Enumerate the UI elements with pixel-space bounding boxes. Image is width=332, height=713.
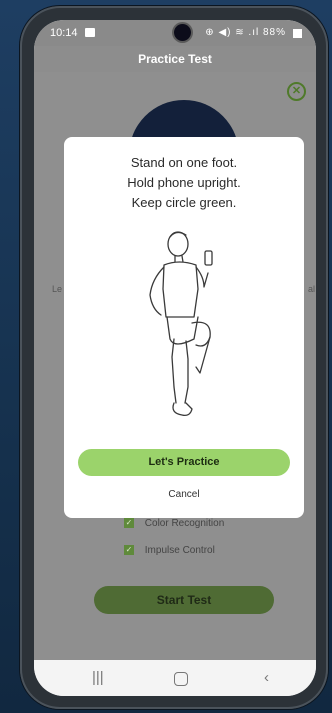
status-bar: 10:14 ⊕ ◀) ≋ .ıl 88%: [34, 20, 316, 46]
app-header: Practice Test: [34, 46, 316, 72]
cancel-button[interactable]: Cancel: [64, 489, 304, 500]
back-icon[interactable]: ‹: [264, 669, 269, 686]
instruction-text: Stand on one foot. Hold phone upright. K…: [64, 153, 304, 213]
lets-practice-button[interactable]: Let's Practice: [78, 449, 290, 476]
instruction-line: Stand on one foot.: [130, 155, 238, 170]
instruction-line: Keep circle green.: [131, 195, 237, 210]
calendar-icon: [85, 28, 95, 37]
system-nav-bar: ||| ‹: [34, 660, 316, 696]
status-icons: ⊕ ◀) ≋ .ıl 88%: [205, 27, 286, 38]
battery-icon: [293, 29, 302, 38]
lets-practice-label: Let's Practice: [148, 456, 220, 468]
check-icon: ✓: [124, 545, 134, 556]
status-time: 10:14: [50, 27, 78, 39]
instruction-line: Hold phone upright.: [127, 175, 241, 190]
close-icon[interactable]: ✕: [287, 82, 306, 101]
check-icon: ✓: [124, 518, 134, 529]
one-foot-stance-illustration: [149, 231, 213, 417]
obscured-text-left: Le: [52, 284, 63, 294]
checklist-item-color-recognition: ✓ Color Recognition: [124, 518, 224, 529]
app-screen: 10:14 ⊕ ◀) ≋ .ıl 88% Practice Test ✕ Le …: [34, 20, 316, 696]
page-title: Practice Test: [138, 52, 212, 66]
recents-icon[interactable]: |||: [92, 669, 104, 686]
instruction-dialog: Stand on one foot. Hold phone upright. K…: [64, 137, 304, 518]
checklist-label: Color Recognition: [144, 518, 225, 529]
start-test-label: Start Test: [156, 593, 212, 607]
start-test-button[interactable]: Start Test: [94, 586, 274, 614]
status-icons-text: ⊕ ◀) ≋ .ıl: [205, 27, 260, 38]
cancel-label: Cancel: [168, 489, 200, 500]
checklist-item-impulse-control: ✓ Impulse Control: [124, 545, 215, 556]
home-icon[interactable]: [174, 672, 188, 686]
obscured-text-right: al: [307, 284, 315, 294]
checklist-label: Impulse Control: [144, 545, 215, 556]
front-camera: [174, 24, 191, 41]
battery-percent: 88%: [262, 27, 286, 38]
